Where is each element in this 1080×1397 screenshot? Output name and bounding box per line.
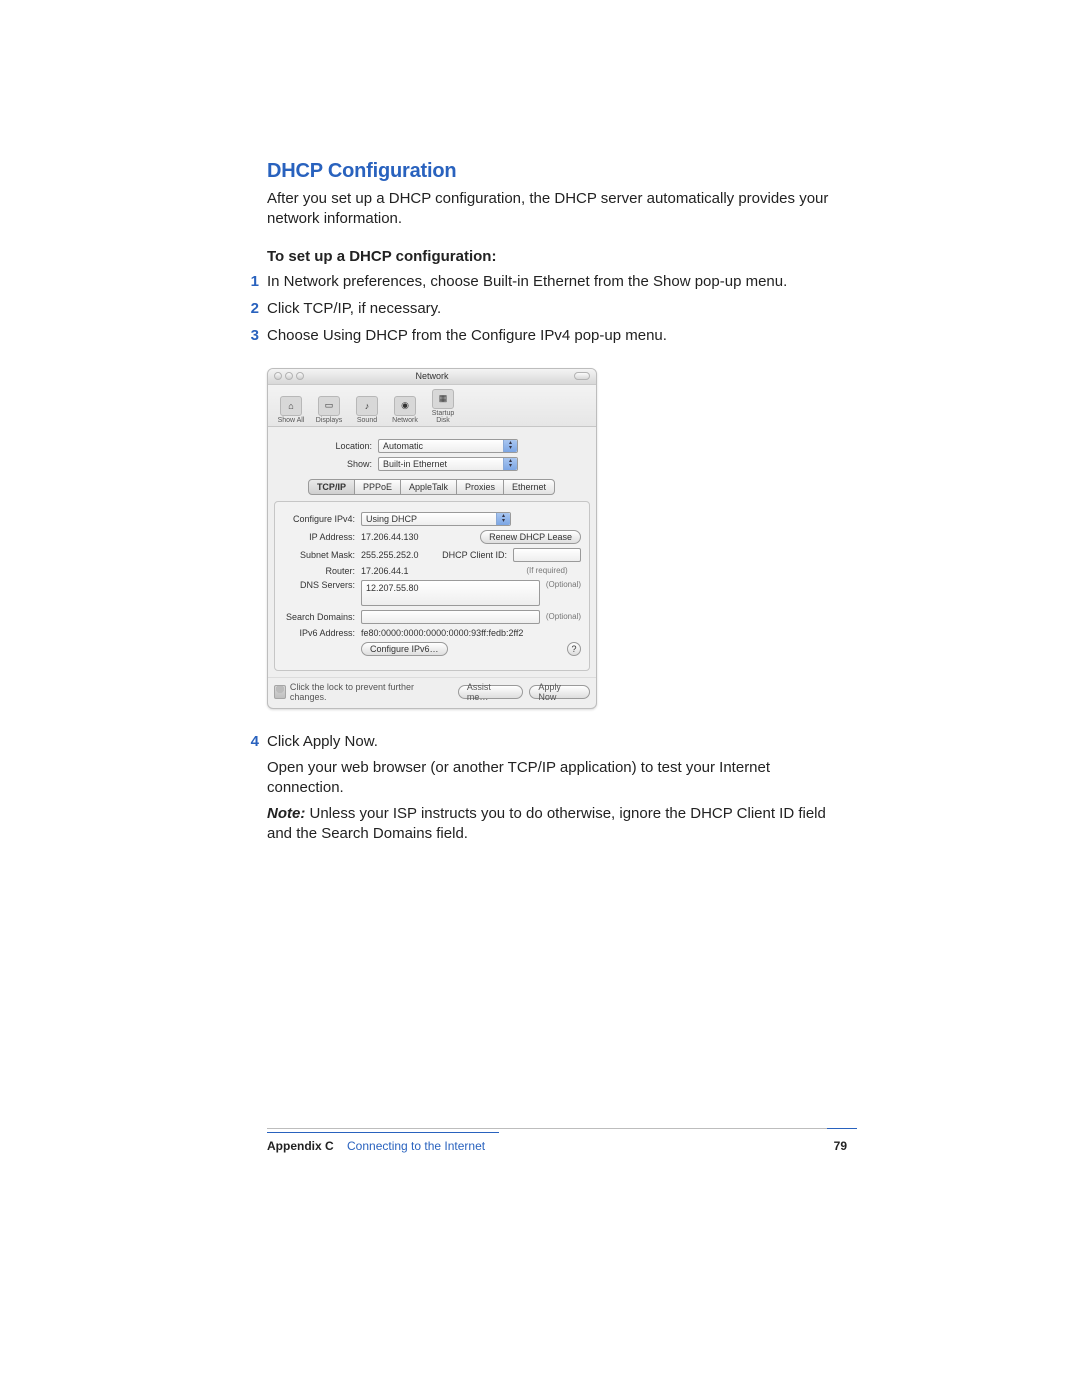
toolbar-show-all[interactable]: ⌂ Show All <box>274 396 308 424</box>
step-2: 2Click TCP/IP, if necessary. <box>267 298 847 319</box>
step-1-text: In Network preferences, choose Built-in … <box>267 271 787 292</box>
step-3-text: Choose Using DHCP from the Configure IPv… <box>267 325 667 346</box>
show-popup[interactable]: Built-in Ethernet ▴▾ <box>378 457 518 471</box>
show-value: Built-in Ethernet <box>383 459 447 469</box>
show-all-icon: ⌂ <box>280 396 302 416</box>
popup-arrows-icon: ▴▾ <box>503 440 517 452</box>
configure-ipv4-value: Using DHCP <box>366 514 417 524</box>
toolbar-displays[interactable]: ▭ Displays <box>312 396 346 424</box>
subnet-mask-value: 255.255.252.0 <box>361 550 441 560</box>
search-optional-hint: (Optional) <box>546 612 581 621</box>
ip-address-value: 17.206.44.130 <box>361 532 419 542</box>
dns-servers-label: DNS Servers: <box>283 580 361 590</box>
step-3: 3Choose Using DHCP from the Configure IP… <box>267 325 847 346</box>
lock-text: Click the lock to prevent further change… <box>290 682 452 702</box>
dns-servers-input[interactable]: 12.207.55.80 <box>361 580 540 606</box>
tab-bar: TCP/IP PPPoE AppleTalk Proxies Ethernet <box>268 479 596 495</box>
ip-address-label: IP Address: <box>283 532 361 542</box>
tcpip-panel: Configure IPv4: Using DHCP ▴▾ IP Address… <box>274 501 590 671</box>
tab-appletalk[interactable]: AppleTalk <box>400 479 457 495</box>
footer-appendix: Appendix C <box>267 1139 334 1153</box>
popup-arrows-icon: ▴▾ <box>503 458 517 470</box>
displays-icon: ▭ <box>318 396 340 416</box>
popup-arrows-icon: ▴▾ <box>496 513 510 525</box>
toolbar-label: Sound <box>350 417 384 424</box>
step-4: 4Click Apply Now. <box>267 731 847 752</box>
show-label: Show: <box>308 459 378 469</box>
location-label: Location: <box>308 441 378 451</box>
toolbar: ⌂ Show All ▭ Displays ♪ Sound ◉ Network … <box>268 385 596 427</box>
renew-dhcp-lease-button[interactable]: Renew DHCP Lease <box>480 530 581 544</box>
toolbar-label: Network <box>388 417 422 424</box>
search-domains-label: Search Domains: <box>283 612 361 622</box>
tab-ethernet[interactable]: Ethernet <box>503 479 555 495</box>
router-value: 17.206.44.1 <box>361 566 441 576</box>
subnet-mask-label: Subnet Mask: <box>283 550 361 560</box>
toolbar-label: Show All <box>274 417 308 424</box>
sound-icon: ♪ <box>356 396 378 416</box>
footer-page-number: 79 <box>834 1139 847 1153</box>
dns-servers-value: 12.207.55.80 <box>366 583 419 593</box>
configure-ipv4-label: Configure IPv4: <box>283 514 361 524</box>
step-2-text: Click TCP/IP, if necessary. <box>267 298 441 319</box>
tab-pppoe[interactable]: PPPoE <box>354 479 401 495</box>
toolbar-label: Displays <box>312 417 346 424</box>
footer-chapter: Connecting to the Internet <box>347 1139 485 1153</box>
help-button[interactable]: ? <box>567 642 581 656</box>
intro-paragraph: After you set up a DHCP configuration, t… <box>267 189 847 230</box>
window-title: Network <box>268 371 596 381</box>
section-title: DHCP Configuration <box>267 160 847 183</box>
note-body: Unless your ISP instructs you to do othe… <box>267 805 826 842</box>
configure-ipv6-button[interactable]: Configure IPv6… <box>361 642 448 656</box>
dns-optional-hint: (Optional) <box>546 580 581 589</box>
assist-me-button[interactable]: Assist me… <box>458 685 524 699</box>
search-domains-input[interactable] <box>361 610 540 624</box>
ipv6-address-value: fe80:0000:0000:0000:0000:93ff:fedb:2ff2 <box>361 628 523 638</box>
network-preferences-window: Network ⌂ Show All ▭ Displays ♪ Sound ◉ … <box>267 368 597 709</box>
tab-proxies[interactable]: Proxies <box>456 479 504 495</box>
note-paragraph: Note: Unless your ISP instructs you to d… <box>267 804 847 845</box>
lock-icon[interactable] <box>274 685 286 699</box>
dhcp-client-id-hint: (If required) <box>513 566 581 575</box>
router-label: Router: <box>283 566 361 576</box>
subhead: To set up a DHCP configuration: <box>267 248 847 265</box>
page-footer: Appendix C Connecting to the Internet 79 <box>267 1132 847 1153</box>
step-1: 1In Network preferences, choose Built-in… <box>267 271 847 292</box>
after-step4-text: Open your web browser (or another TCP/IP… <box>267 758 847 799</box>
toolbar-label: Startup Disk <box>426 410 460 424</box>
location-popup[interactable]: Automatic ▴▾ <box>378 439 518 453</box>
window-titlebar: Network <box>268 369 596 385</box>
dhcp-client-id-input[interactable] <box>513 548 581 562</box>
toolbar-network[interactable]: ◉ Network <box>388 396 422 424</box>
toolbar-toggle-icon[interactable] <box>574 372 590 380</box>
note-label: Note: <box>267 805 305 822</box>
step-4-text: Click Apply Now. <box>267 731 378 752</box>
toolbar-startup-disk[interactable]: ▦ Startup Disk <box>426 389 460 424</box>
toolbar-sound[interactable]: ♪ Sound <box>350 396 384 424</box>
network-icon: ◉ <box>394 396 416 416</box>
startup-disk-icon: ▦ <box>432 389 454 409</box>
location-value: Automatic <box>383 441 423 451</box>
ipv6-address-label: IPv6 Address: <box>283 628 361 638</box>
tab-tcpip[interactable]: TCP/IP <box>308 479 355 495</box>
dhcp-client-id-label: DHCP Client ID: <box>441 550 513 560</box>
apply-now-button[interactable]: Apply Now <box>529 685 590 699</box>
configure-ipv4-popup[interactable]: Using DHCP ▴▾ <box>361 512 511 526</box>
